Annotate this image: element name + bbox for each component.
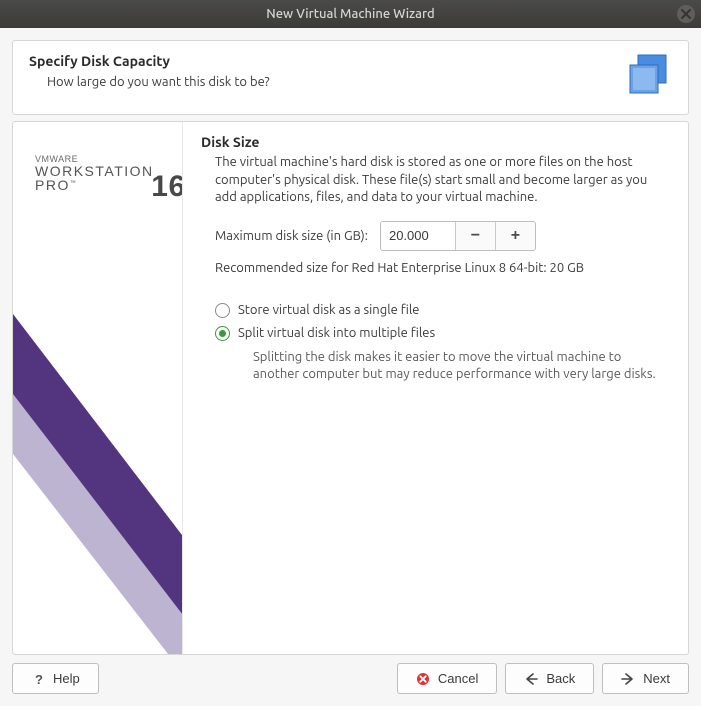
brand-version: 16	[151, 170, 183, 204]
radio-label: Store virtual disk as a single file	[238, 303, 419, 317]
disk-storage-radio-group: Store virtual disk as a single file Spli…	[215, 303, 670, 384]
disk-size-spinner: − +	[380, 221, 536, 251]
back-button[interactable]: Back	[505, 663, 594, 694]
help-button[interactable]: ? Help	[12, 663, 99, 694]
section-heading: Disk Size	[201, 134, 670, 150]
button-label: Help	[53, 671, 80, 686]
window-close-button[interactable]	[677, 5, 695, 23]
recommended-size-text: Recommended size for Red Hat Enterprise …	[215, 261, 670, 275]
wizard-body: VMWARE WORKSTATION PRO™ 16 Disk Size The…	[12, 121, 689, 655]
page-subtitle: How large do you want this disk to be?	[47, 75, 270, 89]
content-pane: Disk Size The virtual machine's hard dis…	[183, 122, 688, 654]
spinner-decrement-button[interactable]: −	[455, 222, 495, 250]
arrow-right-icon	[621, 672, 635, 686]
next-button[interactable]: Next	[602, 663, 689, 694]
wizard-window: Specify Disk Capacity How large do you w…	[0, 28, 701, 706]
button-label: Next	[643, 671, 670, 686]
disk-size-row: Maximum disk size (in GB): − +	[215, 221, 670, 251]
brand-line3: PRO™	[35, 177, 154, 193]
disk-size-input[interactable]	[381, 222, 455, 250]
window-title: New Virtual Machine Wizard	[266, 7, 434, 21]
close-icon	[681, 9, 691, 19]
split-hint-text: Splitting the disk makes it easier to mo…	[253, 349, 670, 384]
svg-text:?: ?	[35, 672, 43, 686]
radio-icon	[215, 326, 230, 341]
titlebar: New Virtual Machine Wizard	[0, 0, 701, 28]
button-label: Cancel	[438, 671, 478, 686]
radio-single-file[interactable]: Store virtual disk as a single file	[215, 303, 670, 318]
section-description: The virtual machine's hard disk is store…	[215, 154, 670, 207]
spinner-increment-button[interactable]: +	[495, 222, 535, 250]
page-title: Specify Disk Capacity	[29, 53, 270, 69]
wizard-footer: ? Help Cancel Back Next	[12, 663, 689, 694]
cancel-button[interactable]: Cancel	[397, 663, 497, 694]
help-icon: ?	[31, 672, 45, 686]
radio-icon	[215, 303, 230, 318]
radio-label: Split virtual disk into multiple files	[238, 326, 435, 340]
decoration-triangle	[13, 454, 168, 654]
wizard-header: Specify Disk Capacity How large do you w…	[12, 40, 689, 115]
max-disk-label: Maximum disk size (in GB):	[215, 229, 368, 243]
disk-icon	[624, 53, 672, 100]
branding-sidebar: VMWARE WORKSTATION PRO™ 16	[13, 122, 183, 654]
cancel-icon	[416, 672, 430, 686]
button-label: Back	[546, 671, 575, 686]
radio-split-files[interactable]: Split virtual disk into multiple files	[215, 326, 670, 341]
vmware-brand: VMWARE WORKSTATION PRO™ 16	[35, 154, 154, 193]
arrow-left-icon	[524, 672, 538, 686]
